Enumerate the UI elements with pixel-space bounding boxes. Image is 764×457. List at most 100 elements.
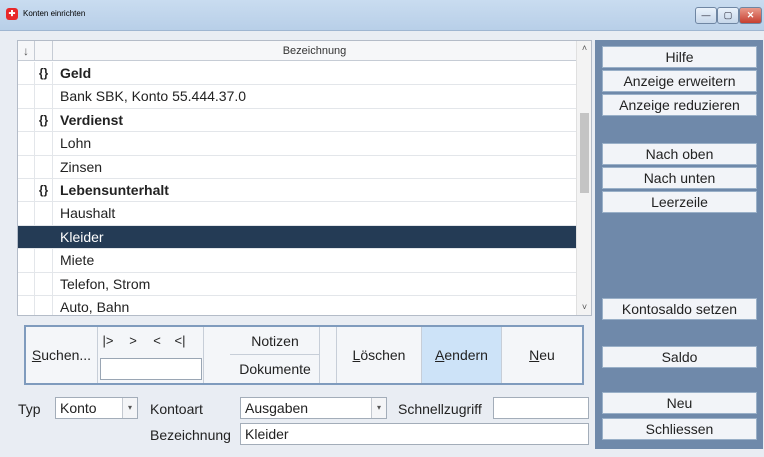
main-area: ↓ Bezeichnung {} Geld Bank SBK, Konto 55.4… <box>0 31 764 457</box>
schnellzugriff-label: Schnellzugriff <box>398 401 482 417</box>
kontoart-value: Ausgaben <box>245 400 309 416</box>
row-label: Haushalt <box>60 205 116 222</box>
group-marker-icon <box>35 295 53 315</box>
notizen-button[interactable]: Notizen <box>230 327 320 355</box>
nach-unten-button[interactable]: Nach unten <box>602 167 757 189</box>
dokumente-button[interactable]: Dokumente <box>230 355 320 383</box>
row-indicator[interactable] <box>18 108 35 132</box>
bezeichnung-label: Bezeichnung <box>150 427 231 443</box>
leerzeile-button[interactable]: Leerzeile <box>602 191 757 213</box>
close-button[interactable]: ✕ <box>739 7 762 24</box>
window-title: Konten einrichten <box>23 9 86 18</box>
app-logo-icon: ✚ <box>6 8 18 20</box>
account-row[interactable]: Kleider <box>18 225 576 250</box>
row-label: Verdienst <box>60 111 124 128</box>
row-indicator[interactable] <box>18 272 35 295</box>
typ-value: Konto <box>60 400 97 416</box>
vertical-scrollbar[interactable]: ˄ ˅ <box>576 41 591 315</box>
typ-select[interactable]: Konto ▾ <box>55 397 138 419</box>
group-marker-icon: {} <box>35 178 53 202</box>
anzeige-erweitern-button[interactable]: Anzeige erweitern <box>602 70 757 92</box>
schnellzugriff-input[interactable] <box>493 397 589 419</box>
group-marker-icon <box>35 249 53 272</box>
kontosaldo-setzen-button[interactable]: Kontosaldo setzen <box>602 298 757 320</box>
anzeige-reduzieren-button[interactable]: Anzeige reduzieren <box>602 94 757 116</box>
accounts-grid: ↓ Bezeichnung {} Geld Bank SBK, Konto 55.4… <box>17 40 592 316</box>
row-indicator[interactable] <box>18 202 35 225</box>
bezeichnung-input[interactable]: Kleider <box>240 423 589 445</box>
group-marker-icon <box>35 132 53 155</box>
group-row[interactable]: {} Lebensunterhalt <box>18 178 576 203</box>
schliessen-button[interactable]: Schliessen <box>602 418 757 440</box>
nav-last-button[interactable]: <| <box>171 333 189 348</box>
scroll-up-icon[interactable]: ˄ <box>577 41 591 56</box>
row-label: Miete <box>60 252 95 269</box>
nav-next-button[interactable]: > <box>124 333 142 348</box>
row-label: Kleider <box>60 228 104 245</box>
row-label: Bank SBK, Konto 55.444.37.0 <box>60 88 247 105</box>
account-row[interactable]: Auto, Bahn <box>18 295 576 315</box>
row-label: Lohn <box>60 135 92 152</box>
action-toolbar: Suchen... |> > < <| Notizen Dokumente Lö… <box>24 325 584 385</box>
group-marker-icon <box>35 225 53 249</box>
account-row[interactable]: Zinsen <box>18 155 576 179</box>
row-label: Lebensunterhalt <box>60 181 169 198</box>
nach-oben-button[interactable]: Nach oben <box>602 143 757 165</box>
loeschen-label: öschen <box>360 347 406 363</box>
group-row[interactable]: {} Geld <box>18 62 576 86</box>
aendern-label: endern <box>444 347 488 363</box>
chevron-down-icon[interactable]: ▾ <box>371 398 386 418</box>
hilfe-button[interactable]: Hilfe <box>602 46 757 68</box>
nav-prev-button[interactable]: < <box>148 333 166 348</box>
column-header-bezeichnung[interactable]: Bezeichnung <box>53 41 576 61</box>
grid-header-marker <box>35 41 53 61</box>
row-indicator[interactable] <box>18 155 35 178</box>
row-label: Auto, Bahn <box>60 298 130 315</box>
row-label: Zinsen <box>60 158 103 175</box>
search-input[interactable] <box>100 358 202 380</box>
row-indicator[interactable] <box>18 225 35 249</box>
scroll-down-icon[interactable]: ˅ <box>577 300 591 315</box>
account-row[interactable]: Bank SBK, Konto 55.444.37.0 <box>18 85 576 109</box>
group-marker-icon: {} <box>35 108 53 132</box>
suchen-label: uchen... <box>41 347 92 363</box>
account-row[interactable]: Telefon, Strom <box>18 272 576 296</box>
group-row[interactable]: {} Verdienst <box>18 108 576 133</box>
row-label: Telefon, Strom <box>60 275 151 292</box>
row-indicator[interactable] <box>18 178 35 202</box>
saldo-button[interactable]: Saldo <box>602 346 757 368</box>
side-panel: Hilfe Anzeige erweitern Anzeige reduzier… <box>595 40 763 449</box>
sort-arrow-icon[interactable]: ↓ <box>18 41 35 61</box>
neu-button[interactable]: Neu <box>602 392 757 414</box>
neu-toolbar-button[interactable]: Neu <box>502 327 582 383</box>
aendern-button[interactable]: Aendern <box>422 327 502 383</box>
row-indicator[interactable] <box>18 249 35 272</box>
row-indicator[interactable] <box>18 132 35 155</box>
row-indicator[interactable] <box>18 62 35 85</box>
group-marker-icon <box>35 85 53 108</box>
kontoart-select[interactable]: Ausgaben ▾ <box>240 397 387 419</box>
account-row[interactable]: Lohn <box>18 132 576 156</box>
record-navigator: |> > < <| <box>98 327 204 383</box>
group-marker-icon <box>35 202 53 225</box>
grid-header: ↓ Bezeichnung <box>18 41 576 61</box>
kontoart-label: Kontoart <box>150 401 203 417</box>
chevron-down-icon[interactable]: ▾ <box>122 398 137 418</box>
row-indicator[interactable] <box>18 295 35 315</box>
group-marker-icon: {} <box>35 62 53 85</box>
scroll-thumb[interactable] <box>580 113 589 193</box>
maximize-button[interactable]: ▢ <box>717 7 739 24</box>
nav-first-button[interactable]: |> <box>99 333 117 348</box>
suchen-button[interactable]: Suchen... <box>26 327 98 383</box>
neu-toolbar-label: eu <box>539 347 555 363</box>
account-row[interactable]: Haushalt <box>18 202 576 226</box>
title-bar: ✚ Konten einrichten — ▢ ✕ <box>0 0 764 31</box>
minimize-button[interactable]: — <box>695 7 717 24</box>
loeschen-button[interactable]: Löschen <box>336 327 422 383</box>
row-label: Geld <box>60 65 92 81</box>
typ-label: Typ <box>18 401 41 417</box>
row-indicator[interactable] <box>18 85 35 108</box>
notes-documents-group: Notizen Dokumente <box>230 327 320 383</box>
account-row[interactable]: Miete <box>18 249 576 273</box>
grid-rows: {} Geld Bank SBK, Konto 55.444.37.0 {} Verdi… <box>18 62 576 315</box>
